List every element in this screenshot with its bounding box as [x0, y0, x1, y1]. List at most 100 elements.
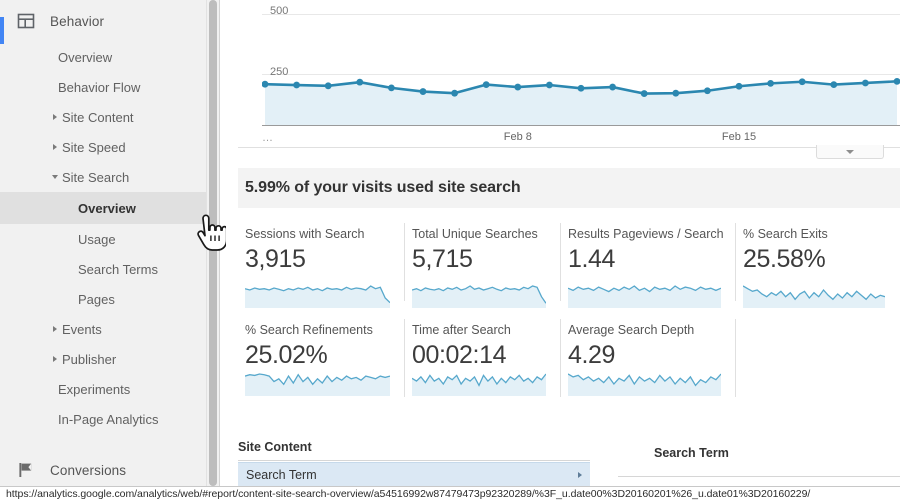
chart-data-point — [640, 90, 648, 97]
site-content-table: Site Content Search Term — [238, 440, 590, 486]
chart-xtick-first: … — [262, 132, 274, 144]
metric-cards-row-1: Sessions with Search 3,915 Total Unique Se… — [238, 218, 900, 318]
sidebar-item-pages[interactable]: Pages — [0, 284, 206, 314]
status-bar-url: https://analytics.google.com/analytics/w… — [6, 488, 811, 500]
sidebar-item-label: Pages — [78, 291, 115, 307]
analytics-report-screen: Behavior Overview Behavior Flow Site Conte… — [0, 0, 900, 500]
site-content-row-search-term[interactable]: Search Term — [238, 462, 590, 486]
metric-card-value: 25.58% — [743, 245, 826, 273]
metric-card-search-exits[interactable]: % Search Exits 25.58% — [736, 218, 900, 318]
chart-data-point — [767, 79, 774, 87]
chart-data-point — [419, 88, 427, 95]
sidebar-item-site-speed[interactable]: Site Speed — [0, 132, 206, 162]
caret-right-glyph — [53, 326, 57, 332]
chart-data-point — [798, 78, 806, 86]
caret-down-glyph — [52, 175, 58, 179]
sidebar-item-in-page-analytics[interactable]: In-Page Analytics — [0, 404, 206, 434]
sparkline-area — [568, 374, 721, 396]
chart-data-point — [862, 79, 869, 87]
sidebar-item-label: Site Search — [62, 169, 130, 185]
chart-data-point — [293, 81, 300, 89]
metric-card-title: Average Search Depth — [568, 323, 695, 337]
active-section-accent-bar — [0, 17, 4, 44]
search-term-table-header: Search Term — [654, 446, 729, 460]
sidebar-item-site-content[interactable]: Site Content — [0, 102, 206, 132]
metric-card-sessions-with-search[interactable]: Sessions with Search 3,915 — [238, 218, 405, 318]
metric-card-sparkline — [568, 285, 721, 308]
sidebar-item-overview[interactable]: Overview — [0, 192, 206, 224]
metric-cards-row-2: % Search Refinements 25.02% Time after Sea… — [238, 314, 900, 406]
site-content-row-label: Search Term — [246, 468, 317, 482]
chevron-right-icon[interactable] — [50, 324, 60, 334]
chevron-down-icon[interactable] — [50, 172, 60, 182]
metric-card-sparkline — [743, 285, 885, 308]
chart-xtick-feb15: Feb 15 — [721, 131, 757, 143]
chart-data-point — [735, 82, 743, 90]
chart-data-point — [482, 81, 490, 89]
caret-right-glyph — [53, 114, 57, 120]
chart-data-point — [609, 83, 616, 91]
sidebar-item-experiments[interactable]: Experiments — [0, 374, 206, 404]
caret-right-glyph — [53, 144, 57, 150]
chart-data-point — [546, 81, 553, 89]
metric-card-value: 1.44 — [568, 245, 616, 273]
sidebar-item-label: Overview — [58, 49, 113, 65]
chart-collapse-toggle[interactable] — [816, 145, 884, 159]
chevron-right-icon[interactable] — [50, 142, 60, 152]
site-search-headline-banner: 5.99% of your visits used site search — [238, 168, 900, 208]
metric-card-sparkline — [245, 285, 390, 308]
metric-card-title: Sessions with Search — [245, 227, 365, 241]
metric-card-sparkline — [412, 373, 546, 396]
metric-card-title: Results Pageviews / Search — [568, 227, 724, 241]
chart-xtick-feb8: Feb 8 — [503, 131, 532, 143]
chart-data-point — [514, 83, 522, 91]
metric-card-time-after-search[interactable]: Time after Search 00:02:14 — [405, 314, 561, 406]
chart-bottom-divider — [238, 147, 900, 148]
metric-card-value: 5,715 — [412, 245, 473, 273]
sidebar-item-usage[interactable]: Usage — [0, 224, 206, 254]
metric-card-search-refinements[interactable]: % Search Refinements 25.02% — [238, 314, 405, 406]
flag-icon — [19, 463, 32, 477]
chart-data-point — [577, 84, 585, 92]
sidebar-item-label: Usage — [78, 231, 116, 247]
chart-x-axis — [262, 125, 900, 126]
sidebar-item-events[interactable]: Events — [0, 314, 206, 344]
metric-card-title: % Search Exits — [743, 227, 828, 241]
sidebar-item-site-search[interactable]: Site Search — [0, 162, 206, 192]
site-search-headline-text: 5.99% of your visits used site search — [245, 179, 521, 196]
sessions-timeline-chart[interactable]: 500 250 … Feb 8 Feb 15 — [238, 0, 900, 159]
metric-card-average-search-depth[interactable]: Average Search Depth 4.29 — [561, 314, 736, 406]
sidebar-item-label: Experiments — [58, 381, 131, 397]
metric-card-title: Total Unique Searches — [412, 227, 538, 241]
search-term-table: Search Term — [618, 446, 900, 477]
browser-status-bar: https://analytics.google.com/analytics/w… — [0, 486, 900, 500]
sidebar-item-search-terms[interactable]: Search Terms — [0, 254, 206, 284]
behavior-layout-icon — [17, 13, 35, 29]
main-report-area: 500 250 … Feb 8 Feb 15 5.99% of your vis… — [220, 0, 900, 486]
sidebar-item-publisher[interactable]: Publisher — [0, 344, 206, 374]
chevron-right-icon[interactable] — [50, 112, 60, 122]
sidebar-section-behavior[interactable]: Behavior — [0, 0, 206, 44]
chevron-right-icon[interactable] — [50, 354, 60, 364]
metric-card-sparkline — [245, 373, 390, 396]
metric-card-results-pageviews-search[interactable]: Results Pageviews / Search 1.44 — [561, 218, 736, 318]
sidebar-item-label: Publisher — [62, 351, 117, 367]
chart-data-point — [672, 89, 680, 97]
site-content-table-header: Site Content — [238, 440, 590, 461]
metric-card-total-unique-searches[interactable]: Total Unique Searches 5,715 — [405, 218, 561, 318]
sidebar-item-label: In-Page Analytics — [58, 411, 159, 427]
chart-data-point — [356, 78, 364, 86]
caret-right-glyph — [53, 356, 57, 362]
sidebar-item-list: Overview Behavior Flow Site Content Site Sp… — [0, 42, 206, 434]
sidebar-item-behavior-flow[interactable]: Behavior Flow — [0, 72, 206, 102]
chart-data-point — [704, 87, 711, 95]
sidebar-item-overview[interactable]: Overview — [0, 42, 206, 72]
chevron-down-icon — [846, 149, 854, 154]
sidebar-scrollbar-thumb[interactable] — [209, 0, 217, 486]
metric-card-value: 4.29 — [568, 341, 616, 369]
sidebar-section-label-conversions: Conversions — [50, 462, 127, 478]
metric-card-title: % Search Refinements — [245, 323, 373, 337]
sidebar-section-conversions[interactable]: Conversions — [0, 452, 126, 486]
sidebar-item-label: Overview — [78, 200, 136, 216]
sidebar-section-label: Behavior — [50, 13, 105, 29]
